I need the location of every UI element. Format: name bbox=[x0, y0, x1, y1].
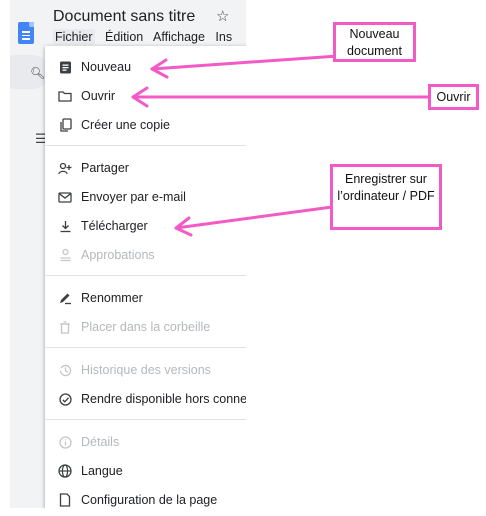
arrow-telecharger bbox=[174, 205, 334, 230]
arrow-nouveau bbox=[150, 54, 340, 71]
annotation-arrows bbox=[131, 54, 430, 237]
callout-enregistrer-ordinateur-pdf: Enregistrer sur l’ordinateur / PDF bbox=[330, 164, 442, 230]
callout-nouveau-document: Nouveau document bbox=[333, 22, 416, 62]
callout-ouvrir: Ouvrir bbox=[428, 84, 479, 110]
